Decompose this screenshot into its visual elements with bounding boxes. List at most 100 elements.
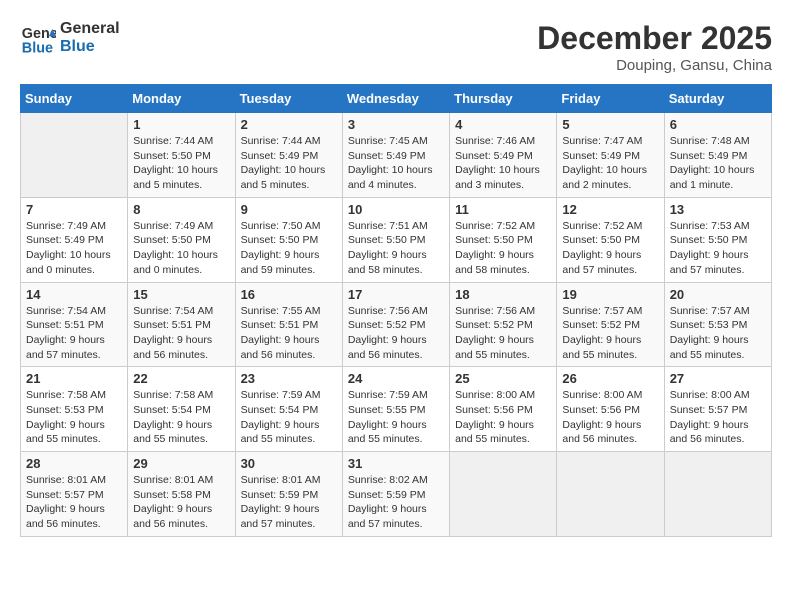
day-info: Sunrise: 7:52 AM Sunset: 5:50 PM Dayligh… bbox=[562, 219, 658, 278]
day-number: 18 bbox=[455, 287, 551, 302]
day-number: 8 bbox=[133, 202, 229, 217]
day-number: 30 bbox=[241, 456, 337, 471]
day-info: Sunrise: 7:57 AM Sunset: 5:53 PM Dayligh… bbox=[670, 304, 766, 363]
day-info: Sunrise: 8:01 AM Sunset: 5:57 PM Dayligh… bbox=[26, 473, 122, 532]
calendar-cell: 13Sunrise: 7:53 AM Sunset: 5:50 PM Dayli… bbox=[664, 197, 771, 282]
day-info: Sunrise: 8:00 AM Sunset: 5:56 PM Dayligh… bbox=[562, 388, 658, 447]
calendar-header: SundayMondayTuesdayWednesdayThursdayFrid… bbox=[21, 85, 772, 113]
day-info: Sunrise: 7:55 AM Sunset: 5:51 PM Dayligh… bbox=[241, 304, 337, 363]
calendar-week-row: 1 Sunrise: 7:44 AM Sunset: 5:50 PM Daylig… bbox=[21, 113, 772, 198]
calendar-cell: 26 Sunrise: 8:00 AM Sunset: 5:56 PM Dayli… bbox=[557, 367, 664, 452]
calendar-cell bbox=[21, 113, 128, 198]
day-number: 10 bbox=[348, 202, 444, 217]
day-number: 15 bbox=[133, 287, 229, 302]
calendar-cell: 9Sunrise: 7:50 AM Sunset: 5:50 PM Daylig… bbox=[235, 197, 342, 282]
logo: General Blue General Blue bbox=[20, 20, 120, 56]
calendar-cell: 18Sunrise: 7:56 AM Sunset: 5:52 PM Dayli… bbox=[450, 282, 557, 367]
day-number: 24 bbox=[348, 371, 444, 386]
calendar-cell: 16 Sunrise: 7:55 AM Sunset: 5:51 PM Dayli… bbox=[235, 282, 342, 367]
calendar-cell: 17Sunrise: 7:56 AM Sunset: 5:52 PM Dayli… bbox=[342, 282, 449, 367]
weekday-header: Tuesday bbox=[235, 85, 342, 113]
location: Douping, Gansu, China bbox=[537, 57, 772, 74]
calendar-week-row: 14 Sunrise: 7:54 AM Sunset: 5:51 PM Dayli… bbox=[21, 282, 772, 367]
calendar-cell bbox=[557, 452, 664, 537]
calendar-cell: 2Sunrise: 7:44 AM Sunset: 5:49 PM Daylig… bbox=[235, 113, 342, 198]
day-info: Sunrise: 8:02 AM Sunset: 5:59 PM Dayligh… bbox=[348, 473, 444, 532]
weekday-header: Thursday bbox=[450, 85, 557, 113]
day-number: 27 bbox=[670, 371, 766, 386]
day-number: 13 bbox=[670, 202, 766, 217]
day-info: Sunrise: 7:58 AM Sunset: 5:53 PM Dayligh… bbox=[26, 388, 122, 447]
day-number: 6 bbox=[670, 117, 766, 132]
calendar-week-row: 28 Sunrise: 8:01 AM Sunset: 5:57 PM Dayli… bbox=[21, 452, 772, 537]
calendar-table: SundayMondayTuesdayWednesdayThursdayFrid… bbox=[20, 84, 772, 537]
day-number: 5 bbox=[562, 117, 658, 132]
day-number: 7 bbox=[26, 202, 122, 217]
day-info: Sunrise: 7:45 AM Sunset: 5:49 PM Dayligh… bbox=[348, 134, 444, 193]
day-number: 22 bbox=[133, 371, 229, 386]
day-info: Sunrise: 7:49 AM Sunset: 5:50 PM Dayligh… bbox=[133, 219, 229, 278]
calendar-cell: 25Sunrise: 8:00 AM Sunset: 5:56 PM Dayli… bbox=[450, 367, 557, 452]
day-info: Sunrise: 7:44 AM Sunset: 5:50 PM Dayligh… bbox=[133, 134, 229, 193]
day-number: 28 bbox=[26, 456, 122, 471]
day-number: 1 bbox=[133, 117, 229, 132]
day-info: Sunrise: 7:59 AM Sunset: 5:55 PM Dayligh… bbox=[348, 388, 444, 447]
weekday-header: Monday bbox=[128, 85, 235, 113]
weekday-header: Sunday bbox=[21, 85, 128, 113]
day-number: 12 bbox=[562, 202, 658, 217]
calendar-cell: 8 Sunrise: 7:49 AM Sunset: 5:50 PM Daylig… bbox=[128, 197, 235, 282]
day-number: 2 bbox=[241, 117, 337, 132]
weekday-header: Wednesday bbox=[342, 85, 449, 113]
calendar-cell: 5Sunrise: 7:47 AM Sunset: 5:49 PM Daylig… bbox=[557, 113, 664, 198]
weekday-row: SundayMondayTuesdayWednesdayThursdayFrid… bbox=[21, 85, 772, 113]
calendar-cell: 21 Sunrise: 7:58 AM Sunset: 5:53 PM Dayli… bbox=[21, 367, 128, 452]
page-header: General Blue General Blue December 2025 … bbox=[20, 20, 772, 74]
calendar-cell: 30 Sunrise: 8:01 AM Sunset: 5:59 PM Dayli… bbox=[235, 452, 342, 537]
day-info: Sunrise: 7:56 AM Sunset: 5:52 PM Dayligh… bbox=[348, 304, 444, 363]
day-info: Sunrise: 7:54 AM Sunset: 5:51 PM Dayligh… bbox=[26, 304, 122, 363]
title-block: December 2025 Douping, Gansu, China bbox=[537, 20, 772, 74]
calendar-cell: 31Sunrise: 8:02 AM Sunset: 5:59 PM Dayli… bbox=[342, 452, 449, 537]
day-number: 16 bbox=[241, 287, 337, 302]
weekday-header: Friday bbox=[557, 85, 664, 113]
calendar-body: 1 Sunrise: 7:44 AM Sunset: 5:50 PM Daylig… bbox=[21, 113, 772, 537]
logo-text-line2: Blue bbox=[60, 38, 120, 56]
day-info: Sunrise: 8:01 AM Sunset: 5:58 PM Dayligh… bbox=[133, 473, 229, 532]
calendar-cell: 23Sunrise: 7:59 AM Sunset: 5:54 PM Dayli… bbox=[235, 367, 342, 452]
day-info: Sunrise: 7:48 AM Sunset: 5:49 PM Dayligh… bbox=[670, 134, 766, 193]
logo-icon: General Blue bbox=[20, 20, 56, 56]
day-info: Sunrise: 7:59 AM Sunset: 5:54 PM Dayligh… bbox=[241, 388, 337, 447]
calendar-cell: 24 Sunrise: 7:59 AM Sunset: 5:55 PM Dayli… bbox=[342, 367, 449, 452]
calendar-cell bbox=[664, 452, 771, 537]
calendar-cell: 29Sunrise: 8:01 AM Sunset: 5:58 PM Dayli… bbox=[128, 452, 235, 537]
calendar-cell: 27 Sunrise: 8:00 AM Sunset: 5:57 PM Dayli… bbox=[664, 367, 771, 452]
calendar-cell: 1 Sunrise: 7:44 AM Sunset: 5:50 PM Daylig… bbox=[128, 113, 235, 198]
day-number: 26 bbox=[562, 371, 658, 386]
day-number: 3 bbox=[348, 117, 444, 132]
day-number: 19 bbox=[562, 287, 658, 302]
day-number: 21 bbox=[26, 371, 122, 386]
day-number: 14 bbox=[26, 287, 122, 302]
calendar-cell: 10Sunrise: 7:51 AM Sunset: 5:50 PM Dayli… bbox=[342, 197, 449, 282]
month-title: December 2025 bbox=[537, 20, 772, 57]
day-info: Sunrise: 8:00 AM Sunset: 5:56 PM Dayligh… bbox=[455, 388, 551, 447]
day-info: Sunrise: 7:54 AM Sunset: 5:51 PM Dayligh… bbox=[133, 304, 229, 363]
calendar-week-row: 7Sunrise: 7:49 AM Sunset: 5:49 PM Daylig… bbox=[21, 197, 772, 282]
calendar-cell: 4Sunrise: 7:46 AM Sunset: 5:49 PM Daylig… bbox=[450, 113, 557, 198]
calendar-cell: 28 Sunrise: 8:01 AM Sunset: 5:57 PM Dayli… bbox=[21, 452, 128, 537]
calendar-cell: 19Sunrise: 7:57 AM Sunset: 5:52 PM Dayli… bbox=[557, 282, 664, 367]
day-info: Sunrise: 7:58 AM Sunset: 5:54 PM Dayligh… bbox=[133, 388, 229, 447]
day-info: Sunrise: 8:00 AM Sunset: 5:57 PM Dayligh… bbox=[670, 388, 766, 447]
day-info: Sunrise: 7:52 AM Sunset: 5:50 PM Dayligh… bbox=[455, 219, 551, 278]
calendar-cell: 3 Sunrise: 7:45 AM Sunset: 5:49 PM Daylig… bbox=[342, 113, 449, 198]
calendar-cell: 20 Sunrise: 7:57 AM Sunset: 5:53 PM Dayli… bbox=[664, 282, 771, 367]
calendar-cell: 15 Sunrise: 7:54 AM Sunset: 5:51 PM Dayli… bbox=[128, 282, 235, 367]
day-info: Sunrise: 8:01 AM Sunset: 5:59 PM Dayligh… bbox=[241, 473, 337, 532]
calendar-cell: 7Sunrise: 7:49 AM Sunset: 5:49 PM Daylig… bbox=[21, 197, 128, 282]
svg-text:Blue: Blue bbox=[22, 40, 53, 56]
calendar-cell: 14 Sunrise: 7:54 AM Sunset: 5:51 PM Dayli… bbox=[21, 282, 128, 367]
day-number: 20 bbox=[670, 287, 766, 302]
day-number: 11 bbox=[455, 202, 551, 217]
calendar-cell: 6 Sunrise: 7:48 AM Sunset: 5:49 PM Daylig… bbox=[664, 113, 771, 198]
calendar-cell: 12 Sunrise: 7:52 AM Sunset: 5:50 PM Dayli… bbox=[557, 197, 664, 282]
